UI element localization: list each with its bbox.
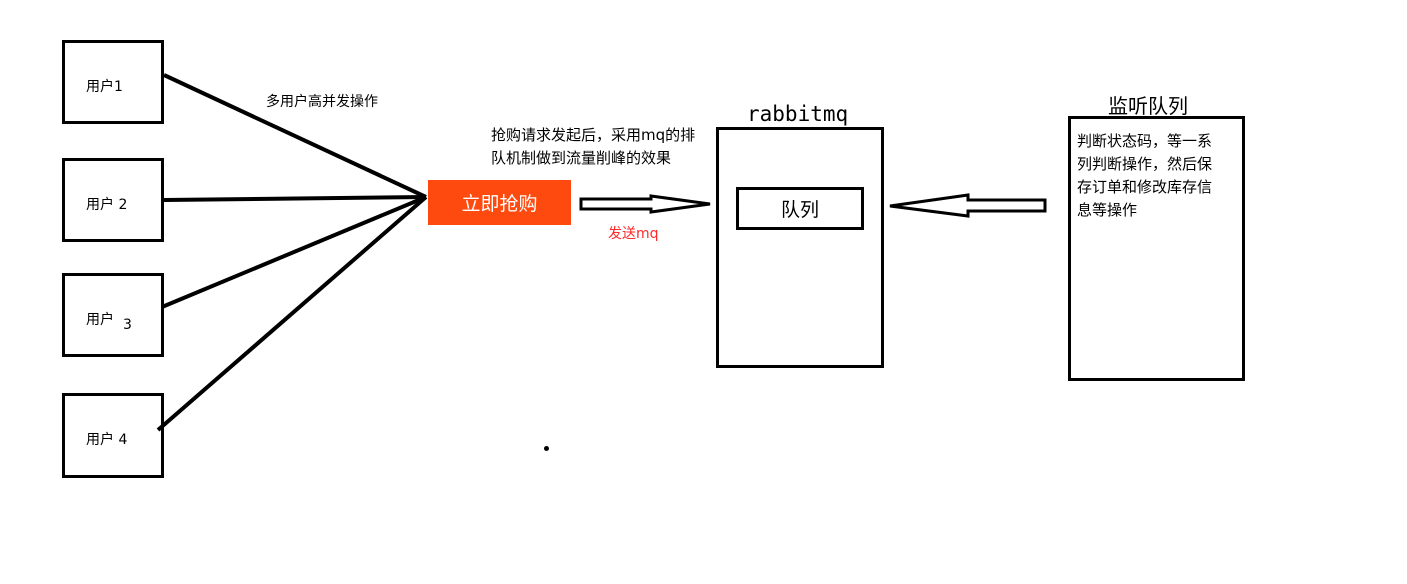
send-arrow (579, 194, 711, 214)
user-label-3-number: 3 (123, 317, 132, 333)
send-mq-label: 发送mq (608, 226, 659, 242)
concurrency-label: 多用户高并发操作 (266, 94, 378, 110)
rabbitmq-title: rabbitmq (747, 102, 849, 126)
request-note: 抢购请求发起后，采用mq的排 队机制做到流量削峰的效果 (491, 124, 723, 170)
listener-desc-line-2: 列判断操作，然后保 (1077, 155, 1213, 173)
user4-connector (156, 195, 428, 432)
buy-now-button[interactable]: 立即抢购 (428, 180, 571, 225)
listener-description: 判断状态码，等一系 列判断操作，然后保 存订单和修改库存信 息等操作 (1077, 130, 1212, 222)
user-label-4: 用户 4 (86, 432, 128, 448)
user-label-1: 用户1 (86, 79, 123, 95)
user3-connector (161, 195, 427, 309)
listener-desc-line-4: 息等操作 (1077, 201, 1138, 219)
request-note-line-1: 抢购请求发起后，采用mq的排 (491, 126, 696, 144)
user-label-3: 用户 (86, 312, 114, 328)
listener-desc-line-1: 判断状态码，等一系 (1077, 132, 1213, 150)
user2-connector (163, 195, 427, 202)
stray-dot (544, 446, 549, 451)
queue-box: 队列 (736, 187, 864, 230)
request-note-line-2: 队机制做到流量削峰的效果 (491, 149, 672, 167)
rabbitmq-box (716, 127, 884, 368)
user-label-2: 用户 2 (86, 197, 128, 213)
listen-arrow (889, 193, 1047, 218)
listener-desc-line-3: 存订单和修改库存信 (1077, 178, 1213, 196)
listener-title: 监听队列 (1108, 94, 1188, 118)
